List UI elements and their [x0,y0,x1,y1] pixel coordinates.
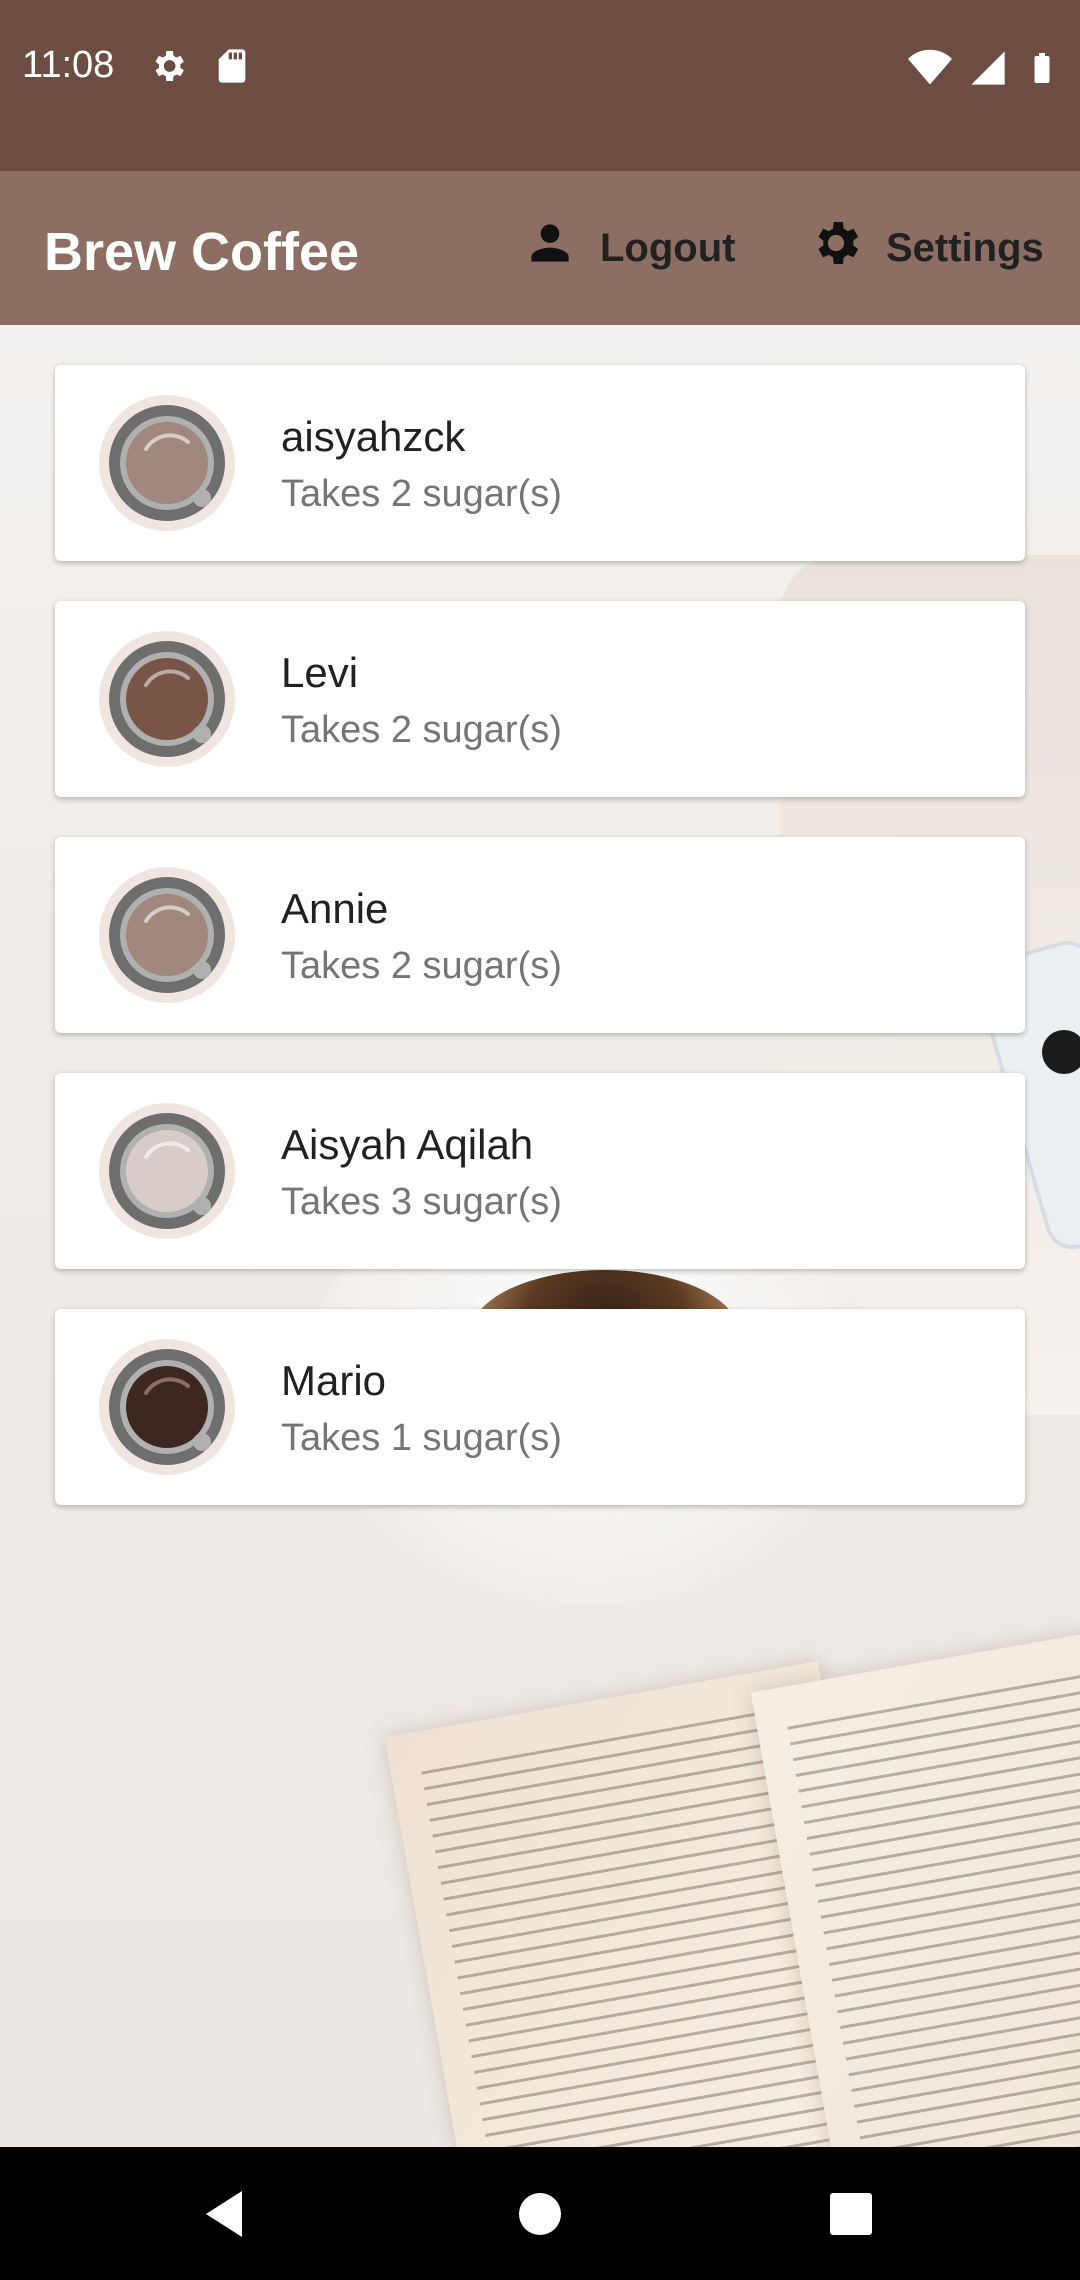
settings-button[interactable]: Settings [808,211,1044,285]
gear-icon [148,46,188,86]
gear-icon [808,215,864,281]
sugar-count: Takes 2 sugar(s) [281,945,562,987]
app-title: Brew Coffee [44,222,360,282]
coffee-cup-icon [98,1338,236,1476]
coffee-cup-icon [98,630,236,768]
person-card[interactable]: Annie Takes 2 sugar(s) [55,837,1025,1033]
coffee-cup-icon [98,1102,236,1240]
system-nav-bar [0,2147,1080,2280]
person-icon [522,215,578,281]
sugar-count: Takes 3 sugar(s) [281,1181,562,1223]
person-card[interactable]: Aisyah Aqilah Takes 3 sugar(s) [55,1073,1025,1269]
status-time: 11:08 [22,44,115,86]
sd-card-icon [212,46,252,86]
recents-icon[interactable] [820,2183,882,2245]
coffee-cup-icon [98,866,236,1004]
person-name: Annie [281,885,389,932]
coffee-cup-icon [98,394,236,532]
person-name: Mario [281,1357,387,1404]
sugar-count: Takes 2 sugar(s) [281,709,562,751]
person-card[interactable]: Mario Takes 1 sugar(s) [55,1309,1025,1505]
person-name: aisyahzck [281,413,466,460]
person-name: Aisyah Aqilah [281,1121,534,1168]
status-bar: 11:08 [0,0,1080,171]
person-name: Levi [281,649,359,696]
signal-icon [968,48,1008,93]
person-card[interactable]: aisyahzck Takes 2 sugar(s) [55,365,1025,561]
battery-icon [1024,48,1060,93]
status-indicators [908,46,1060,95]
wifi-icon [908,46,952,95]
background-phone-camera [1042,1030,1080,1074]
back-icon[interactable] [194,2183,256,2245]
sugar-count: Takes 1 sugar(s) [281,1417,562,1459]
person-card[interactable]: Levi Takes 2 sugar(s) [55,601,1025,797]
content-area: aisyahzck Takes 2 sugar(s) Levi Takes 2 … [0,325,1080,2147]
sugar-count: Takes 2 sugar(s) [281,473,562,515]
logout-label: Logout [600,225,736,270]
settings-label: Settings [886,225,1044,270]
home-icon[interactable] [509,2183,571,2245]
logout-button[interactable]: Logout [522,211,736,285]
app-bar: Brew Coffee Logout Settings [0,171,1080,325]
